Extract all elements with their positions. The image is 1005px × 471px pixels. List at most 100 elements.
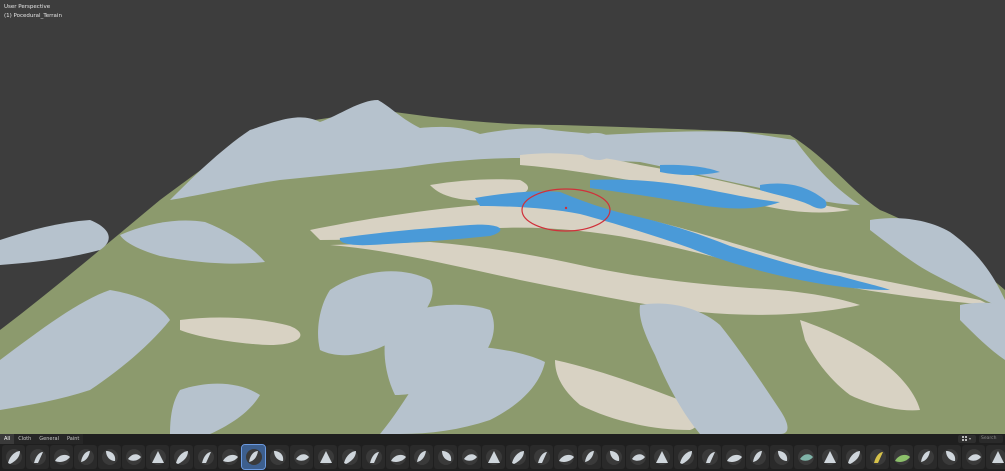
sand-brush-button[interactable] (914, 445, 937, 469)
snake-hook-brush-icon (413, 449, 430, 465)
noise-brush-icon (893, 449, 910, 465)
thumb-brush-button[interactable] (434, 445, 457, 469)
boundary-brush-button[interactable] (554, 445, 577, 469)
rock-brush-button[interactable] (938, 445, 961, 469)
slide-relax-brush-button[interactable] (530, 445, 553, 469)
multires-displacement-eraser-icon (677, 449, 694, 465)
layer-brush-button[interactable] (122, 445, 145, 469)
simplify-brush-button[interactable] (602, 445, 625, 469)
clay-thumb-brush-icon (101, 449, 118, 465)
smear-brush-icon (749, 449, 766, 465)
twist-brush-icon (773, 449, 790, 465)
vertex-color-brush-button[interactable] (866, 445, 889, 469)
search-placeholder: Search (981, 436, 997, 441)
elastic-deform-brush-icon (389, 449, 406, 465)
multiplane-scrape-brush-icon (317, 449, 334, 465)
grid-icon (962, 436, 971, 441)
noise-brush-button[interactable] (890, 445, 913, 469)
grab-brush-icon (365, 449, 382, 465)
vertex-color-brush-icon (869, 449, 886, 465)
pose-brush-button[interactable] (458, 445, 481, 469)
layer-brush-icon (125, 449, 142, 465)
grab-brush-button[interactable] (362, 445, 385, 469)
spiral-brush-button[interactable] (794, 445, 817, 469)
scrape-brush-button[interactable] (290, 445, 313, 469)
draw-brush-icon (5, 449, 22, 465)
rotate-brush-button[interactable] (506, 445, 529, 469)
terrain-mesh[interactable] (0, 0, 1005, 471)
clay-brush-button[interactable] (50, 445, 73, 469)
multiplane-scrape-brush-button[interactable] (314, 445, 337, 469)
mask-brush-icon (629, 449, 646, 465)
smooth-paint-button[interactable] (818, 445, 841, 469)
fill-brush-icon (269, 449, 286, 465)
paint-brush-icon (725, 449, 742, 465)
twist-brush-button[interactable] (770, 445, 793, 469)
fill-brush-button[interactable] (266, 445, 289, 469)
rock-brush-icon (941, 449, 958, 465)
tab-all[interactable]: All (0, 434, 15, 444)
draw-brush-button[interactable] (2, 445, 25, 469)
crater-brush-button[interactable] (986, 445, 1005, 469)
elastic-deform-brush-button[interactable] (386, 445, 409, 469)
scrape-brush-icon (293, 449, 310, 465)
nudge-brush-icon (485, 449, 502, 465)
crease-brush-button[interactable] (194, 445, 217, 469)
paint-brush-button[interactable] (722, 445, 745, 469)
tab-general[interactable]: General (35, 434, 63, 444)
draw-face-sets-brush-button[interactable] (650, 445, 673, 469)
pinch-brush-icon (341, 449, 358, 465)
shelf-controls: Search (958, 434, 1003, 444)
crater-brush-icon (989, 449, 1005, 465)
thumb-brush-icon (437, 449, 454, 465)
cloth-brush-icon (581, 449, 598, 465)
boundary-brush-icon (557, 449, 574, 465)
sand-brush-icon (917, 449, 934, 465)
shelf-search-input[interactable]: Search (979, 435, 1003, 443)
multires-displacement-smear-button[interactable] (698, 445, 721, 469)
draw-face-sets-brush-icon (653, 449, 670, 465)
flatten-brush-icon (245, 449, 262, 465)
inflate-brush-icon (149, 449, 166, 465)
erode-brush-icon (965, 449, 982, 465)
hatch-brush-button[interactable] (842, 445, 865, 469)
rotate-brush-icon (509, 449, 526, 465)
smooth-paint-icon (821, 449, 838, 465)
shelf-menu-button[interactable] (958, 435, 976, 443)
clay-thumb-brush-button[interactable] (98, 445, 121, 469)
viewport-info: User Perspective (1) Pocedural_Terrain (4, 3, 62, 21)
object-label: (1) Pocedural_Terrain (4, 13, 62, 19)
smear-brush-button[interactable] (746, 445, 769, 469)
slide-relax-brush-icon (533, 449, 550, 465)
draw-sharp-brush-icon (29, 449, 46, 465)
shelf-category-tabs: All Cloth General Paint (0, 434, 84, 444)
simplify-brush-icon (605, 449, 622, 465)
smooth-brush-icon (221, 449, 238, 465)
flatten-brush-button[interactable] (241, 444, 266, 470)
smooth-brush-button[interactable] (218, 445, 241, 469)
erode-brush-button[interactable] (962, 445, 985, 469)
crease-brush-icon (197, 449, 214, 465)
mask-brush-button[interactable] (626, 445, 649, 469)
multires-displacement-eraser-button[interactable] (674, 445, 697, 469)
draw-sharp-brush-button[interactable] (26, 445, 49, 469)
pinch-brush-button[interactable] (338, 445, 361, 469)
blob-brush-button[interactable] (170, 445, 193, 469)
3d-viewport[interactable]: User Perspective (1) Pocedural_Terrain A… (0, 0, 1005, 471)
cloth-brush-button[interactable] (578, 445, 601, 469)
blob-brush-icon (173, 449, 190, 465)
nudge-brush-button[interactable] (482, 445, 505, 469)
clay-strips-brush-button[interactable] (74, 445, 97, 469)
clay-strips-brush-icon (77, 449, 94, 465)
tab-cloth[interactable]: Cloth (14, 434, 35, 444)
clay-brush-icon (53, 449, 70, 465)
snake-hook-brush-button[interactable] (410, 445, 433, 469)
spiral-brush-icon (797, 449, 814, 465)
inflate-brush-button[interactable] (146, 445, 169, 469)
multires-displacement-smear-icon (701, 449, 718, 465)
brush-row (2, 444, 1005, 470)
pose-brush-icon (461, 449, 478, 465)
hatch-brush-icon (845, 449, 862, 465)
perspective-label: User Perspective (4, 4, 51, 10)
tab-paint[interactable]: Paint (63, 434, 83, 444)
